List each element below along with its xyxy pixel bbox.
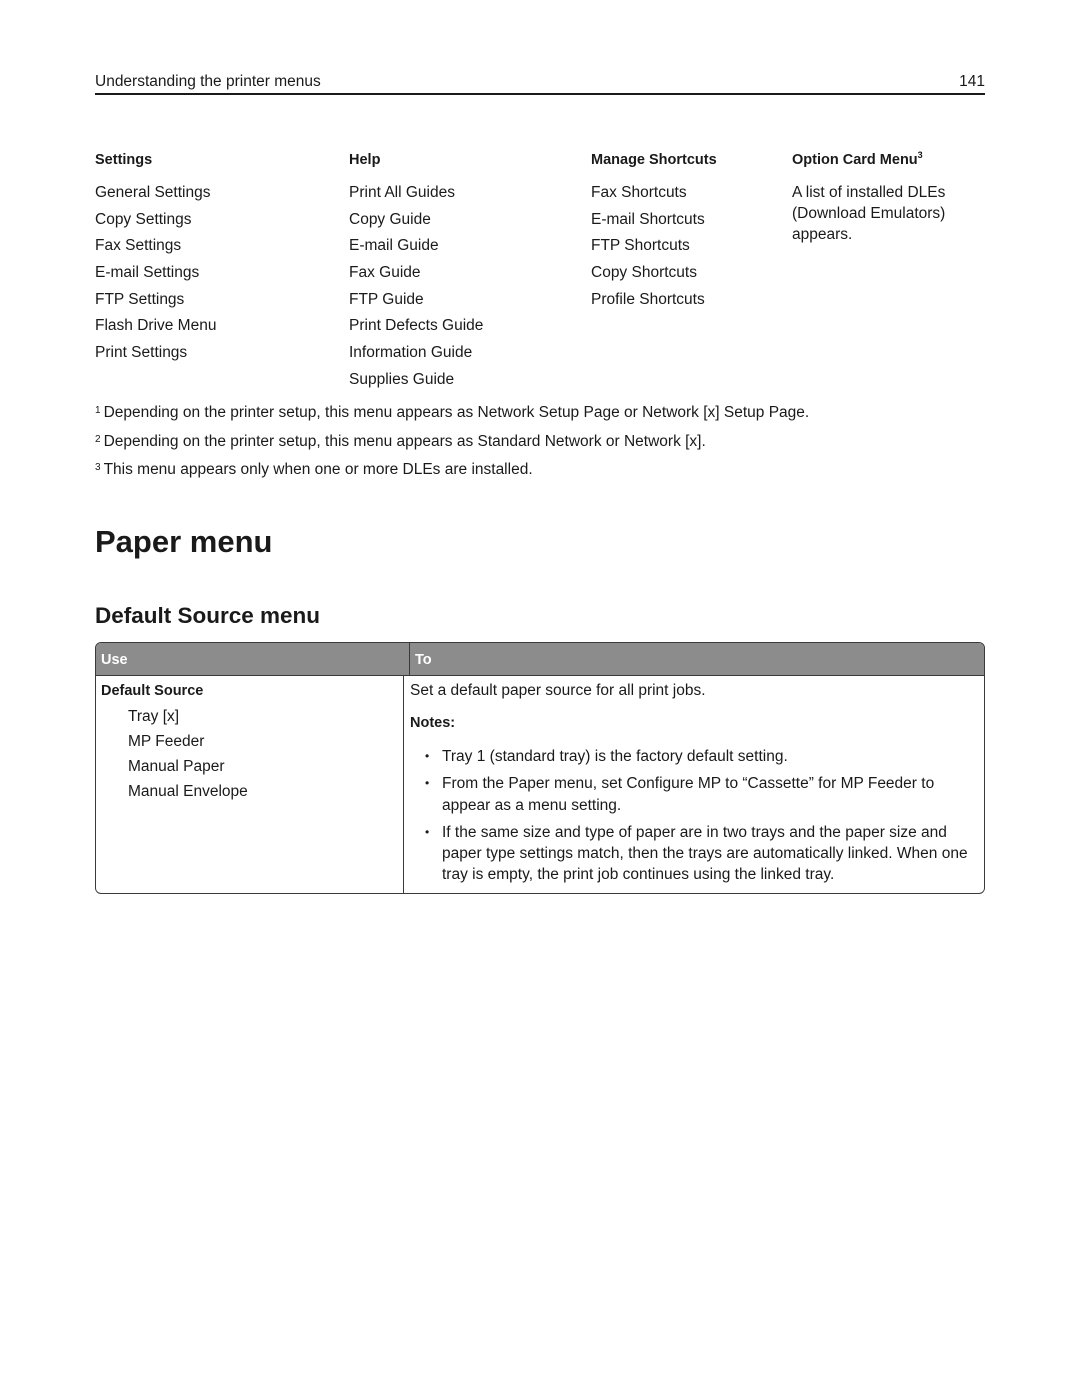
column-description: A list of installed DLEs (Download Emula… bbox=[792, 184, 946, 243]
menu-item: Profile Shortcuts bbox=[591, 290, 705, 308]
menu-column-settings: Settings General Settings Copy Settings … bbox=[95, 148, 216, 367]
menu-item: Information Guide bbox=[349, 344, 473, 362]
cell-use: Default Source Tray [x] MP Feeder Manual… bbox=[96, 676, 404, 893]
menu-item: FTP Guide bbox=[349, 290, 424, 308]
column-heading: Settings bbox=[95, 152, 153, 168]
column-header-use: Use bbox=[96, 643, 410, 675]
menu-item: FTP Settings bbox=[95, 290, 185, 308]
footnote-text: Depending on the printer setup, this men… bbox=[103, 404, 810, 421]
menu-column-manage-shortcuts: Manage Shortcuts Fax Shortcuts E-mail Sh… bbox=[591, 148, 717, 313]
footnote-text: Depending on the printer setup, this men… bbox=[103, 432, 706, 450]
column-heading: Manage Shortcuts bbox=[591, 152, 717, 168]
setting-option: Manual Paper bbox=[128, 758, 225, 775]
running-header: Understanding the printer menus 141 bbox=[95, 69, 985, 95]
setting-option: MP Feeder bbox=[128, 733, 205, 750]
menu-column-help: Help Print All Guides Copy Guide E-mail … bbox=[349, 148, 483, 394]
menu-item: Print Settings bbox=[95, 344, 188, 362]
bullet-icon: • bbox=[425, 824, 430, 839]
footnote: 2 Depending on the printer setup, this me… bbox=[95, 431, 985, 460]
menu-item: Copy Shortcuts bbox=[591, 264, 697, 282]
footnote: 3 This menu appears only when one or more… bbox=[95, 459, 985, 488]
footnote: 1 Depending on the printer setup, this me… bbox=[95, 402, 985, 431]
menu-item: Print All Guides bbox=[349, 184, 455, 201]
page-number: 141 bbox=[959, 73, 985, 90]
menu-item: Flash Drive Menu bbox=[95, 317, 217, 335]
subsection-heading: Default Source menu bbox=[95, 603, 321, 628]
column-heading: Option Card Menu3 bbox=[792, 148, 972, 172]
column-header-to: To bbox=[415, 652, 432, 668]
notes-label: Notes: bbox=[410, 715, 456, 731]
column-heading: Help bbox=[349, 152, 381, 168]
section-heading: Paper menu bbox=[95, 524, 273, 559]
menu-item: Fax Guide bbox=[349, 264, 421, 282]
cell-to: Set a default paper source for all print… bbox=[404, 676, 984, 893]
bullet-icon: • bbox=[425, 776, 430, 791]
setting-option: Manual Envelope bbox=[128, 783, 248, 800]
setting-description: Set a default paper source for all print… bbox=[410, 682, 706, 699]
menu-table: Use To Default Source Tray [x] MP Feeder… bbox=[95, 642, 985, 894]
menu-item: Fax Shortcuts bbox=[591, 184, 687, 201]
footnotes: 1 Depending on the printer setup, this me… bbox=[95, 402, 985, 488]
menu-column-option-card: Option Card Menu3 A list of installed DL… bbox=[792, 148, 972, 245]
note-item: • From the Paper menu, set Configure MP t… bbox=[422, 773, 982, 816]
setting-option: Tray [x] bbox=[128, 708, 180, 725]
setting-name: Default Source bbox=[101, 683, 204, 699]
bullet-icon: • bbox=[425, 749, 430, 763]
menu-item: Fax Settings bbox=[95, 237, 182, 255]
setting-options: Tray [x] MP Feeder Manual Paper Manual E… bbox=[101, 704, 403, 804]
table-header: Use To bbox=[96, 643, 984, 676]
note-text: Tray 1 (standard tray) is the factory de… bbox=[442, 748, 788, 765]
menu-item: E-mail Settings bbox=[95, 264, 200, 282]
menu-item: Supplies Guide bbox=[349, 370, 455, 388]
menu-item: General Settings bbox=[95, 184, 211, 201]
footnote-number: 2 bbox=[95, 433, 101, 445]
footnote-number: 3 bbox=[95, 462, 101, 474]
notes-list: • Tray 1 (standard tray) is the factory d… bbox=[410, 746, 984, 886]
note-item: • If the same size and type of paper are … bbox=[422, 822, 982, 886]
column-heading-text: Option Card Menu bbox=[792, 152, 918, 168]
menu-item: Copy Guide bbox=[349, 210, 431, 228]
footnote-text: This menu appears only when one or more … bbox=[103, 461, 533, 479]
menu-item: E-mail Shortcuts bbox=[591, 210, 705, 228]
section-title: Understanding the printer menus bbox=[95, 73, 321, 90]
menu-item: Print Defects Guide bbox=[349, 317, 484, 335]
menu-item: FTP Shortcuts bbox=[591, 237, 690, 255]
table-row: Default Source Tray [x] MP Feeder Manual… bbox=[96, 676, 984, 893]
footnote-number: 1 bbox=[95, 405, 101, 416]
note-text: From the Paper menu, set Configure MP to… bbox=[442, 775, 935, 814]
footnote-ref: 3 bbox=[917, 150, 923, 161]
menu-item: Copy Settings bbox=[95, 210, 192, 228]
note-item: • Tray 1 (standard tray) is the factory d… bbox=[422, 746, 982, 767]
menu-item: E-mail Guide bbox=[349, 237, 439, 255]
note-text: If the same size and type of paper are i… bbox=[442, 823, 968, 884]
